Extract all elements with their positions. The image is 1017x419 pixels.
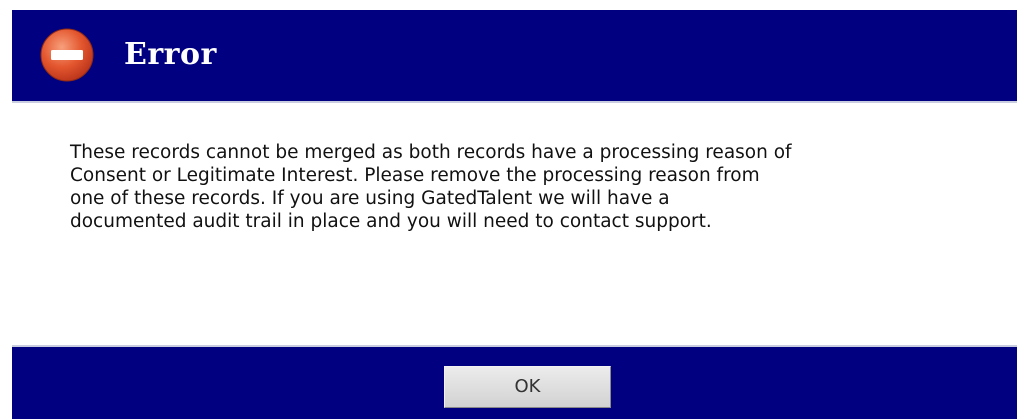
dialog-title: Error <box>124 37 217 72</box>
error-message: These records cannot be merged as both r… <box>70 141 990 233</box>
message-line: These records cannot be merged as both r… <box>70 142 792 163</box>
message-line: documented audit trail in place and you … <box>70 211 712 232</box>
error-dialog: Error These records cannot be merged as … <box>0 0 1017 419</box>
message-line: Consent or Legitimate Interest. Please r… <box>70 165 760 186</box>
header-divider <box>12 101 1017 103</box>
message-line: one of these records. If you are using G… <box>70 188 670 209</box>
ok-button[interactable]: OK <box>444 366 611 408</box>
error-stop-icon <box>40 28 94 82</box>
